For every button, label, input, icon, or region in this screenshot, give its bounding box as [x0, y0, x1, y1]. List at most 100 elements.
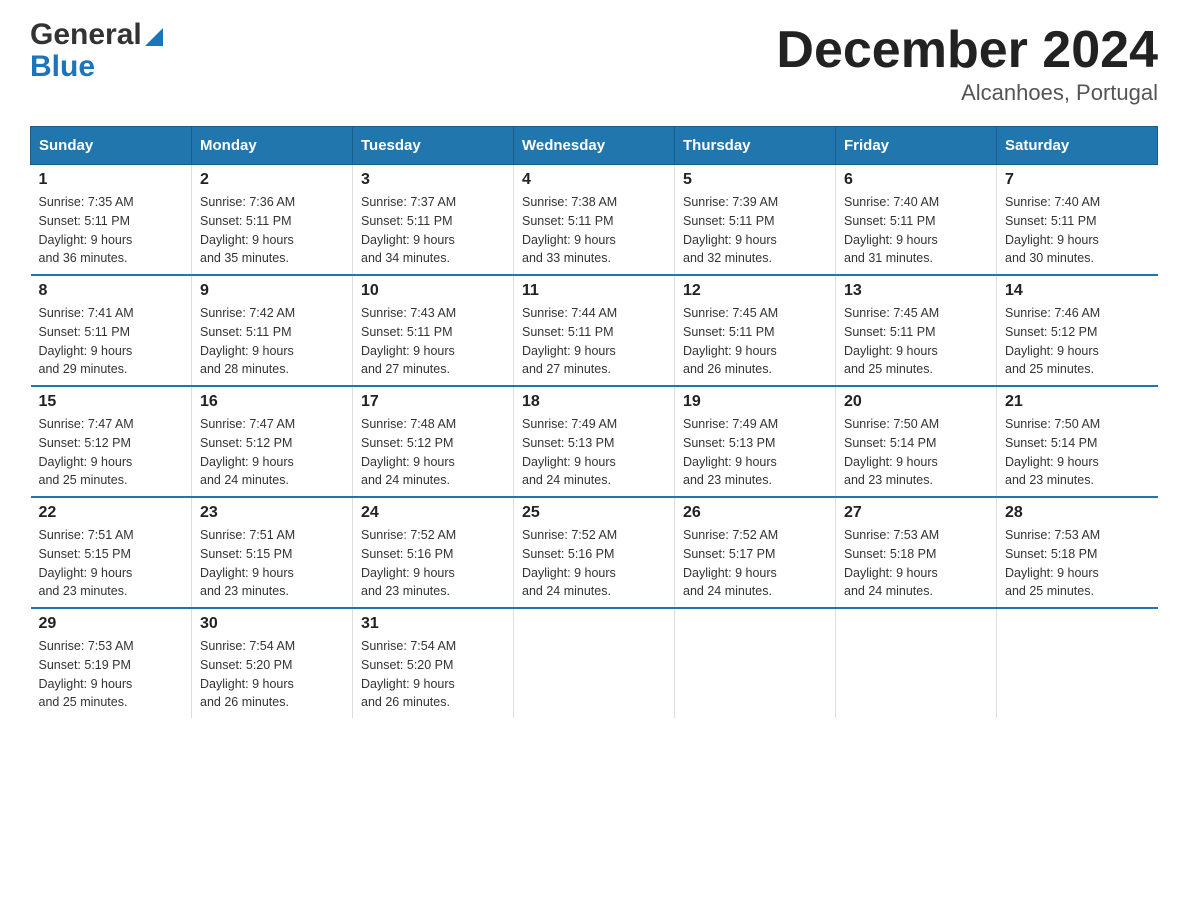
logo-triangle-icon [145, 28, 163, 46]
day-number: 17 [361, 393, 505, 411]
calendar-cell: 7 Sunrise: 7:40 AMSunset: 5:11 PMDaylight… [997, 165, 1158, 276]
day-number: 11 [522, 282, 666, 300]
calendar-cell: 23Sunrise: 7:51 AMSunset: 5:15 PMDayligh… [192, 497, 353, 608]
day-number: 6 [844, 171, 988, 189]
day-number: 22 [39, 504, 184, 522]
calendar-cell: 2 Sunrise: 7:36 AMSunset: 5:11 PMDaylight… [192, 165, 353, 276]
day-info: Sunrise: 7:54 AMSunset: 5:20 PMDaylight:… [361, 637, 505, 712]
calendar-cell: 18Sunrise: 7:49 AMSunset: 5:13 PMDayligh… [514, 386, 675, 497]
calendar-cell: 22 Sunrise: 7:51 AMSunset: 5:15 PMDayligh… [31, 497, 192, 608]
header-cell-monday: Monday [192, 127, 353, 165]
week-row-2: 8 Sunrise: 7:41 AMSunset: 5:11 PMDaylight… [31, 275, 1158, 386]
calendar-cell: 19 Sunrise: 7:49 AMSunset: 5:13 PMDayligh… [675, 386, 836, 497]
calendar-cell: 1 Sunrise: 7:35 AMSunset: 5:11 PMDaylight… [31, 165, 192, 276]
header-cell-sunday: Sunday [31, 127, 192, 165]
day-number: 29 [39, 615, 184, 633]
calendar-cell: 6 Sunrise: 7:40 AMSunset: 5:11 PMDaylight… [836, 165, 997, 276]
day-number: 16 [200, 393, 344, 411]
day-number: 14 [1005, 282, 1150, 300]
day-info: Sunrise: 7:38 AMSunset: 5:11 PMDaylight:… [522, 193, 666, 268]
day-number: 27 [844, 504, 988, 522]
day-info: Sunrise: 7:35 AMSunset: 5:11 PMDaylight:… [39, 193, 184, 268]
header-cell-wednesday: Wednesday [514, 127, 675, 165]
header-cell-thursday: Thursday [675, 127, 836, 165]
calendar-cell [675, 608, 836, 718]
calendar-cell [997, 608, 1158, 718]
day-number: 12 [683, 282, 827, 300]
day-number: 1 [39, 171, 184, 189]
calendar-cell: 5Sunrise: 7:39 AMSunset: 5:11 PMDaylight… [675, 165, 836, 276]
calendar-cell: 11 Sunrise: 7:44 AMSunset: 5:11 PMDayligh… [514, 275, 675, 386]
calendar-cell [514, 608, 675, 718]
day-number: 10 [361, 282, 505, 300]
header-cell-saturday: Saturday [997, 127, 1158, 165]
day-info: Sunrise: 7:52 AMSunset: 5:16 PMDaylight:… [361, 526, 505, 601]
calendar-cell: 15 Sunrise: 7:47 AMSunset: 5:12 PMDayligh… [31, 386, 192, 497]
week-row-5: 29 Sunrise: 7:53 AMSunset: 5:19 PMDayligh… [31, 608, 1158, 718]
day-number: 13 [844, 282, 988, 300]
calendar-cell: 24 Sunrise: 7:52 AMSunset: 5:16 PMDayligh… [353, 497, 514, 608]
day-number: 21 [1005, 393, 1150, 411]
page-header: General Blue December 2024 Alcanhoes, Po… [30, 20, 1158, 106]
day-number: 20 [844, 393, 988, 411]
day-number: 25 [522, 504, 666, 522]
day-info: Sunrise: 7:41 AMSunset: 5:11 PMDaylight:… [39, 304, 184, 379]
day-info: Sunrise: 7:45 AMSunset: 5:11 PMDaylight:… [844, 304, 988, 379]
day-info: Sunrise: 7:40 AMSunset: 5:11 PMDaylight:… [1005, 193, 1150, 268]
calendar-cell: 4Sunrise: 7:38 AMSunset: 5:11 PMDaylight… [514, 165, 675, 276]
header-row: SundayMondayTuesdayWednesdayThursdayFrid… [31, 127, 1158, 165]
day-info: Sunrise: 7:49 AMSunset: 5:13 PMDaylight:… [683, 415, 827, 490]
day-info: Sunrise: 7:48 AMSunset: 5:12 PMDaylight:… [361, 415, 505, 490]
calendar-cell: 8 Sunrise: 7:41 AMSunset: 5:11 PMDaylight… [31, 275, 192, 386]
title-block: December 2024 Alcanhoes, Portugal [776, 20, 1158, 106]
calendar-cell: 16 Sunrise: 7:47 AMSunset: 5:12 PMDayligh… [192, 386, 353, 497]
calendar-cell: 21Sunrise: 7:50 AMSunset: 5:14 PMDayligh… [997, 386, 1158, 497]
month-title: December 2024 [776, 20, 1158, 80]
day-number: 8 [39, 282, 184, 300]
day-info: Sunrise: 7:40 AMSunset: 5:11 PMDaylight:… [844, 193, 988, 268]
calendar-cell: 17 Sunrise: 7:48 AMSunset: 5:12 PMDayligh… [353, 386, 514, 497]
calendar-body: 1 Sunrise: 7:35 AMSunset: 5:11 PMDaylight… [31, 165, 1158, 719]
day-number: 5 [683, 171, 827, 189]
day-info: Sunrise: 7:50 AMSunset: 5:14 PMDaylight:… [844, 415, 988, 490]
calendar-cell [836, 608, 997, 718]
day-info: Sunrise: 7:51 AMSunset: 5:15 PMDaylight:… [200, 526, 344, 601]
day-number: 24 [361, 504, 505, 522]
day-info: Sunrise: 7:37 AMSunset: 5:11 PMDaylight:… [361, 193, 505, 268]
calendar-cell: 25 Sunrise: 7:52 AMSunset: 5:16 PMDayligh… [514, 497, 675, 608]
day-info: Sunrise: 7:52 AMSunset: 5:16 PMDaylight:… [522, 526, 666, 601]
day-number: 31 [361, 615, 505, 633]
day-number: 19 [683, 393, 827, 411]
week-row-1: 1 Sunrise: 7:35 AMSunset: 5:11 PMDaylight… [31, 165, 1158, 276]
calendar-cell: 31 Sunrise: 7:54 AMSunset: 5:20 PMDayligh… [353, 608, 514, 718]
day-info: Sunrise: 7:36 AMSunset: 5:11 PMDaylight:… [200, 193, 344, 268]
day-number: 2 [200, 171, 344, 189]
calendar-table: SundayMondayTuesdayWednesdayThursdayFrid… [30, 126, 1158, 718]
day-number: 3 [361, 171, 505, 189]
day-info: Sunrise: 7:53 AMSunset: 5:18 PMDaylight:… [1005, 526, 1150, 601]
day-number: 26 [683, 504, 827, 522]
day-info: Sunrise: 7:46 AMSunset: 5:12 PMDaylight:… [1005, 304, 1150, 379]
day-info: Sunrise: 7:52 AMSunset: 5:17 PMDaylight:… [683, 526, 827, 601]
week-row-4: 22 Sunrise: 7:51 AMSunset: 5:15 PMDayligh… [31, 497, 1158, 608]
day-info: Sunrise: 7:43 AMSunset: 5:11 PMDaylight:… [361, 304, 505, 379]
calendar-cell: 10 Sunrise: 7:43 AMSunset: 5:11 PMDayligh… [353, 275, 514, 386]
day-number: 7 [1005, 171, 1150, 189]
calendar-header: SundayMondayTuesdayWednesdayThursdayFrid… [31, 127, 1158, 165]
calendar-cell: 30Sunrise: 7:54 AMSunset: 5:20 PMDayligh… [192, 608, 353, 718]
day-number: 28 [1005, 504, 1150, 522]
week-row-3: 15 Sunrise: 7:47 AMSunset: 5:12 PMDayligh… [31, 386, 1158, 497]
day-info: Sunrise: 7:54 AMSunset: 5:20 PMDaylight:… [200, 637, 344, 712]
calendar-cell: 28 Sunrise: 7:53 AMSunset: 5:18 PMDayligh… [997, 497, 1158, 608]
day-number: 18 [522, 393, 666, 411]
day-info: Sunrise: 7:47 AMSunset: 5:12 PMDaylight:… [39, 415, 184, 490]
day-info: Sunrise: 7:44 AMSunset: 5:11 PMDaylight:… [522, 304, 666, 379]
calendar-cell: 27Sunrise: 7:53 AMSunset: 5:18 PMDayligh… [836, 497, 997, 608]
calendar-cell: 12Sunrise: 7:45 AMSunset: 5:11 PMDayligh… [675, 275, 836, 386]
day-info: Sunrise: 7:53 AMSunset: 5:19 PMDaylight:… [39, 637, 184, 712]
day-info: Sunrise: 7:47 AMSunset: 5:12 PMDaylight:… [200, 415, 344, 490]
day-info: Sunrise: 7:51 AMSunset: 5:15 PMDaylight:… [39, 526, 184, 601]
calendar-cell: 26 Sunrise: 7:52 AMSunset: 5:17 PMDayligh… [675, 497, 836, 608]
logo-blue-text: Blue [30, 52, 95, 82]
day-number: 15 [39, 393, 184, 411]
